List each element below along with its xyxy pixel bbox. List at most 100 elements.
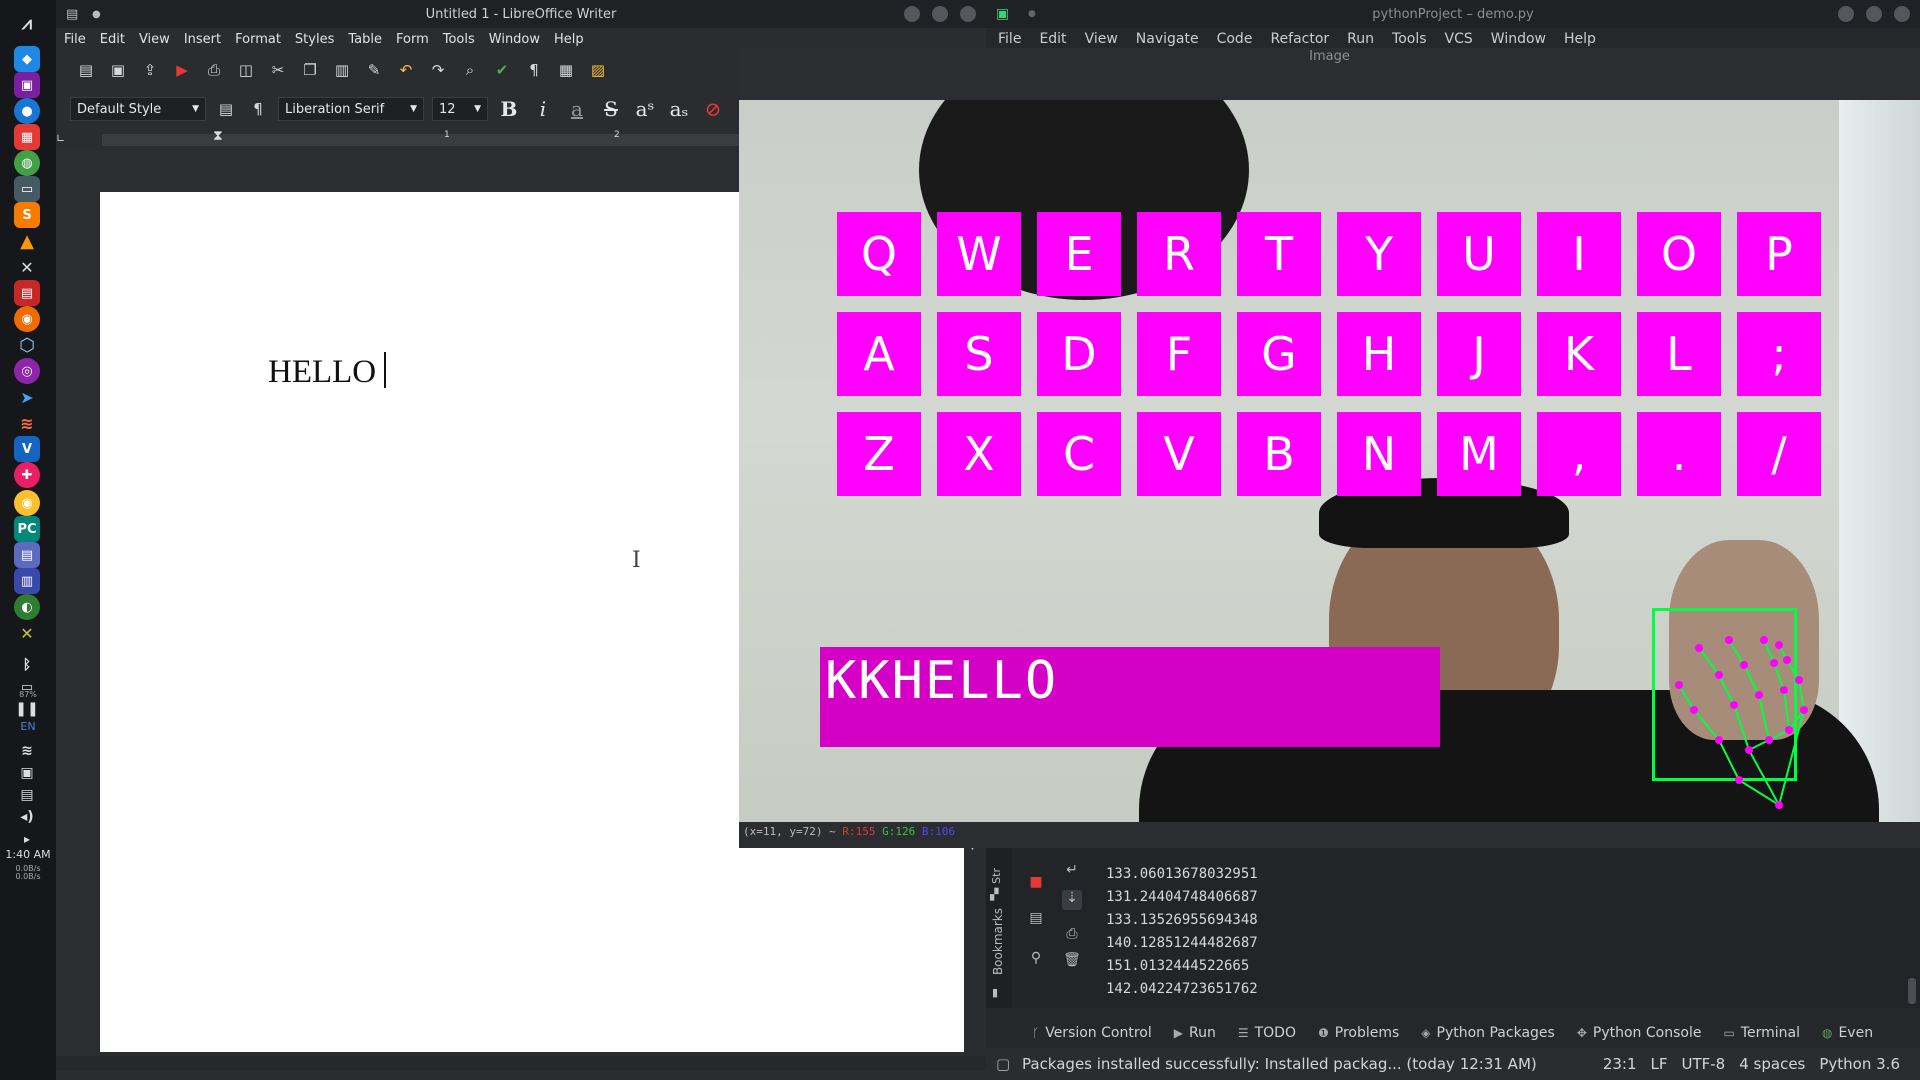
sublime-icon[interactable]: S bbox=[14, 202, 40, 228]
spelling-icon[interactable]: ✔ bbox=[490, 58, 514, 82]
writer-titlebar[interactable]: ▤ ● Untitled 1 - LibreOffice Writer bbox=[56, 0, 986, 28]
stop-icon[interactable]: ■ bbox=[1026, 874, 1046, 894]
strikethrough-icon[interactable]: S bbox=[598, 97, 624, 121]
run-console[interactable]: ■ ▤ ⚲ ↵ ⇣ ⎙ 🗑 133.06013678032951 131.244… bbox=[986, 838, 1920, 1008]
tab-problems[interactable]: ❶ Problems bbox=[1318, 1025, 1399, 1041]
menu-vcs[interactable]: VCS bbox=[1445, 31, 1473, 47]
insert-image-icon[interactable]: ▨ bbox=[586, 58, 610, 82]
status-window-icon[interactable]: ▢ bbox=[996, 1055, 1010, 1073]
vlc-icon[interactable]: ▲ bbox=[14, 228, 40, 254]
undo-icon[interactable]: ↶ bbox=[394, 58, 418, 82]
media-icon[interactable]: ▤ bbox=[14, 280, 40, 306]
webcam-frame[interactable]: Q W E R T Y U I O P A S D F G H J K L; Z X C V B N M,. / KKHELLO bbox=[739, 100, 1920, 822]
save-icon[interactable]: ▣ bbox=[106, 58, 130, 82]
redo-icon[interactable]: ↷ bbox=[426, 58, 450, 82]
globe-icon[interactable]: ◍ bbox=[14, 150, 40, 176]
tab-terminal[interactable]: ▭ Terminal bbox=[1723, 1025, 1800, 1041]
superscript-icon[interactable]: aˢ bbox=[632, 97, 658, 121]
caret-position[interactable]: 23:1 bbox=[1603, 1055, 1637, 1073]
menu-format[interactable]: Format bbox=[235, 32, 281, 47]
cut-icon[interactable]: ✂ bbox=[266, 58, 290, 82]
update-style-icon[interactable]: ▤ bbox=[214, 97, 238, 121]
maps-icon[interactable]: ◐ bbox=[14, 594, 40, 620]
maximize-button[interactable] bbox=[1866, 6, 1882, 22]
tab-python-packages[interactable]: ◈ Python Packages bbox=[1421, 1025, 1555, 1041]
print-icon[interactable]: ⎙ bbox=[1062, 926, 1082, 946]
tab-stop-icon[interactable]: ∟ bbox=[56, 132, 65, 145]
status-message[interactable]: Packages installed successfully: Install… bbox=[1022, 1055, 1537, 1073]
menu-help[interactable]: Help bbox=[554, 32, 584, 47]
print-preview-icon[interactable]: ◫ bbox=[234, 58, 258, 82]
vscode-icon[interactable]: ◆ bbox=[14, 46, 40, 72]
tab-event-log[interactable]: ◍ Even bbox=[1822, 1025, 1873, 1041]
paste-icon[interactable]: ▥ bbox=[330, 58, 354, 82]
writer-icon[interactable]: ▥ bbox=[14, 568, 40, 594]
close-button[interactable] bbox=[1894, 6, 1910, 22]
files-icon[interactable]: ▤ bbox=[14, 542, 40, 568]
soft-wrap-icon[interactable]: ↵ bbox=[1062, 862, 1082, 882]
indent-setting[interactable]: 4 spaces bbox=[1739, 1055, 1805, 1073]
menu-window[interactable]: Window bbox=[1491, 31, 1546, 47]
console-scrollbar[interactable] bbox=[1908, 978, 1916, 1004]
menu-tools[interactable]: Tools bbox=[1392, 31, 1427, 47]
close-button[interactable] bbox=[960, 6, 976, 22]
inkscape-icon[interactable]: ✕ bbox=[14, 620, 40, 646]
subscript-icon[interactable]: aₛ bbox=[666, 97, 692, 121]
font-name-select[interactable]: Liberation Serif ▼ bbox=[278, 97, 424, 121]
firefox-icon[interactable]: ◉ bbox=[14, 306, 40, 332]
bold-icon[interactable]: B bbox=[496, 97, 522, 121]
new-style-icon[interactable]: ¶ bbox=[246, 97, 270, 121]
menu-window[interactable]: Window bbox=[489, 32, 540, 47]
pycharm-icon[interactable]: PC bbox=[14, 516, 40, 542]
document-text[interactable]: HELLO bbox=[268, 352, 387, 391]
menu-help[interactable]: Help bbox=[1564, 31, 1596, 47]
chrome-icon[interactable]: ◉ bbox=[14, 490, 40, 516]
tab-python-console[interactable]: ✥ Python Console bbox=[1577, 1025, 1702, 1041]
insert-table-icon[interactable]: ▦ bbox=[554, 58, 578, 82]
font-size-select[interactable]: 12 ▼ bbox=[432, 97, 488, 121]
terminal-icon[interactable]: ▭ bbox=[14, 176, 40, 202]
image-window-title[interactable]: Image bbox=[739, 48, 1920, 66]
menu-code[interactable]: Code bbox=[1217, 31, 1253, 47]
menu-edit[interactable]: Edit bbox=[100, 32, 125, 47]
clear-formatting-icon[interactable]: ⊘ bbox=[700, 97, 726, 121]
export-icon[interactable]: ⇪ bbox=[138, 58, 162, 82]
menu-navigate[interactable]: Navigate bbox=[1136, 31, 1199, 47]
menu-refactor[interactable]: Refactor bbox=[1270, 31, 1329, 47]
layout-icon[interactable]: ▤ bbox=[1026, 910, 1046, 930]
find-replace-icon[interactable]: ⌕ bbox=[458, 58, 482, 82]
print-icon[interactable]: ⎙ bbox=[202, 58, 226, 82]
underline-icon[interactable]: a bbox=[564, 97, 590, 121]
pin-icon[interactable]: ⚲ bbox=[1026, 950, 1046, 970]
interpreter[interactable]: Python 3.6 bbox=[1819, 1055, 1900, 1073]
menu-file[interactable]: File bbox=[998, 31, 1021, 47]
minimize-button[interactable] bbox=[904, 6, 920, 22]
menu-run[interactable]: Run bbox=[1347, 31, 1374, 47]
ide-icon[interactable]: ▣ bbox=[14, 72, 40, 98]
menu-styles[interactable]: Styles bbox=[295, 32, 334, 47]
trash-icon[interactable]: 🗑 bbox=[1062, 952, 1082, 972]
menu-table[interactable]: Table bbox=[348, 32, 382, 47]
box-icon[interactable]: ⬡ bbox=[14, 332, 40, 358]
tools-icon[interactable]: ✕ bbox=[14, 254, 40, 280]
file-encoding[interactable]: UTF-8 bbox=[1682, 1055, 1726, 1073]
tab-run[interactable]: ▶ Run bbox=[1174, 1025, 1216, 1041]
menu-tools[interactable]: Tools bbox=[443, 32, 475, 47]
pause-icon[interactable]: ❚❚ bbox=[14, 696, 40, 722]
horizontal-scrollbar[interactable] bbox=[56, 1056, 986, 1070]
vscodium-icon[interactable]: V bbox=[14, 436, 40, 462]
bookmarks-tab[interactable]: Bookmarks bbox=[991, 908, 1005, 975]
stack-icon[interactable]: ≋ bbox=[14, 410, 40, 436]
copy-icon[interactable]: ❐ bbox=[298, 58, 322, 82]
minimize-button[interactable] bbox=[1838, 6, 1854, 22]
clone-formatting-icon[interactable]: ✎ bbox=[362, 58, 386, 82]
line-separator[interactable]: LF bbox=[1651, 1055, 1668, 1073]
menu-view[interactable]: View bbox=[139, 32, 170, 47]
indent-marker-icon[interactable]: ⧗ bbox=[213, 128, 223, 144]
arrow-app-icon[interactable]: ➤ bbox=[14, 384, 40, 410]
menu-insert[interactable]: Insert bbox=[184, 32, 221, 47]
github-icon[interactable]: ◎ bbox=[14, 358, 40, 384]
language-indicator[interactable]: EN bbox=[0, 720, 56, 733]
settings-app-icon[interactable]: ✚ bbox=[14, 462, 40, 488]
browser-icon[interactable]: ● bbox=[14, 98, 40, 124]
